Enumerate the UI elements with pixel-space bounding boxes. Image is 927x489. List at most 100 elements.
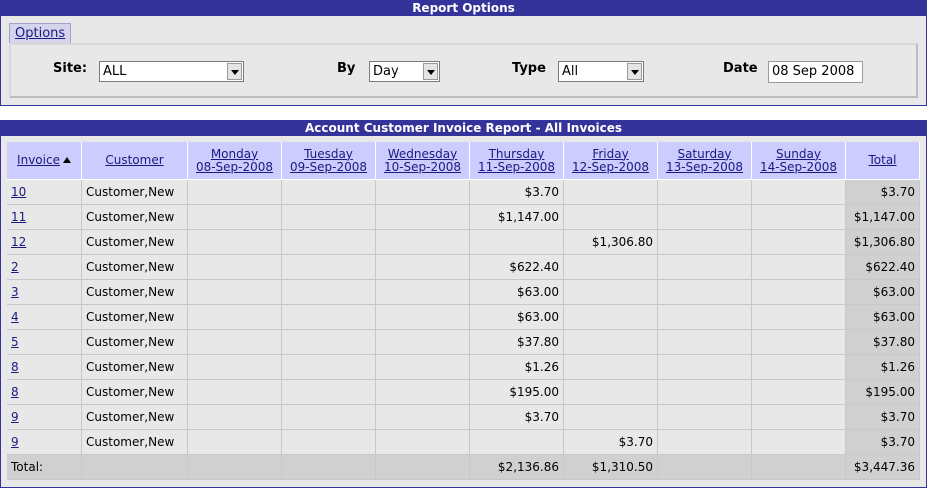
row-total-cell: $63.00 xyxy=(846,305,920,330)
day-total-cell-tuesday xyxy=(282,455,376,480)
by-select[interactable]: Day xyxy=(369,61,440,82)
customer-cell: Customer,New xyxy=(82,380,188,405)
amount-cell-tuesday xyxy=(282,280,376,305)
column-header-customer-label: Customer xyxy=(105,153,164,167)
amount-cell-thursday: $37.80 xyxy=(470,330,564,355)
row-total-cell: $1,147.00 xyxy=(846,205,920,230)
row-total-cell: $195.00 xyxy=(846,380,920,405)
row-total-cell: $622.40 xyxy=(846,255,920,280)
amount-cell-tuesday xyxy=(282,355,376,380)
invoice-link[interactable]: 9 xyxy=(11,435,19,449)
type-select[interactable]: All xyxy=(558,61,644,82)
column-header-wednesday[interactable]: Wednesday 10-Sep-2008 xyxy=(376,142,470,180)
invoice-link[interactable]: 12 xyxy=(11,235,26,249)
totals-customer-cell xyxy=(82,455,188,480)
options-tab[interactable]: Options xyxy=(9,23,72,43)
invoice-report-table: Invoice Customer Monday 08-Sep-2008 Tuesd… xyxy=(7,142,920,480)
amount-cell-thursday: $3.70 xyxy=(470,405,564,430)
column-header-total[interactable]: Total xyxy=(846,142,920,180)
amount-cell-wednesday xyxy=(376,305,470,330)
chevron-down-icon[interactable] xyxy=(423,63,438,80)
column-header-tuesday[interactable]: Tuesday 09-Sep-2008 xyxy=(282,142,376,180)
table-row: 3 Customer,New $63.00 $63.00 xyxy=(7,280,920,305)
column-header-day: Friday xyxy=(592,146,629,161)
column-header-date: 08-Sep-2008 xyxy=(195,159,274,174)
amount-cell-thursday: $3.70 xyxy=(470,180,564,205)
chevron-down-icon[interactable] xyxy=(627,63,642,80)
invoice-link[interactable]: 10 xyxy=(11,185,26,199)
invoice-link[interactable]: 5 xyxy=(11,335,19,349)
invoice-link[interactable]: 2 xyxy=(11,260,19,274)
invoice-link[interactable]: 9 xyxy=(11,410,19,424)
column-header-monday[interactable]: Monday 08-Sep-2008 xyxy=(188,142,282,180)
day-total-cell-sunday xyxy=(752,455,846,480)
amount-cell-monday xyxy=(188,380,282,405)
table-row: 5 Customer,New $37.80 $37.80 xyxy=(7,330,920,355)
type-select-value: All xyxy=(562,64,579,79)
amount-cell-sunday xyxy=(752,330,846,355)
day-total-cell-monday xyxy=(188,455,282,480)
amount-cell-tuesday xyxy=(282,255,376,280)
amount-cell-wednesday xyxy=(376,205,470,230)
amount-cell-sunday xyxy=(752,180,846,205)
day-total-cell-saturday xyxy=(658,455,752,480)
invoice-link[interactable]: 3 xyxy=(11,285,19,299)
table-row: 11 Customer,New $1,147.00 $1,147.00 xyxy=(7,205,920,230)
column-header-sunday[interactable]: Sunday 14-Sep-2008 xyxy=(752,142,846,180)
amount-cell-wednesday xyxy=(376,330,470,355)
row-total-cell: $3.70 xyxy=(846,405,920,430)
table-row: 8 Customer,New $195.00 $195.00 xyxy=(7,380,920,405)
amount-cell-saturday xyxy=(658,305,752,330)
amount-cell-saturday xyxy=(658,380,752,405)
column-header-thursday[interactable]: Thursday 11-Sep-2008 xyxy=(470,142,564,180)
amount-cell-wednesday xyxy=(376,380,470,405)
day-total-cell-friday: $1,310.50 xyxy=(564,455,658,480)
row-total-cell: $37.80 xyxy=(846,330,920,355)
amount-cell-friday xyxy=(564,255,658,280)
amount-cell-saturday xyxy=(658,330,752,355)
amount-cell-sunday xyxy=(752,405,846,430)
amount-cell-friday xyxy=(564,205,658,230)
amount-cell-thursday: $63.00 xyxy=(470,305,564,330)
by-select-value: Day xyxy=(373,64,399,79)
amount-cell-sunday xyxy=(752,255,846,280)
by-label: By xyxy=(337,61,356,76)
day-total-cell-wednesday xyxy=(376,455,470,480)
customer-cell: Customer,New xyxy=(82,180,188,205)
amount-cell-friday xyxy=(564,355,658,380)
invoice-cell: 10 xyxy=(7,180,82,205)
amount-cell-wednesday xyxy=(376,230,470,255)
amount-cell-saturday xyxy=(658,405,752,430)
invoice-link[interactable]: 8 xyxy=(11,385,19,399)
column-header-invoice[interactable]: Invoice xyxy=(7,142,82,180)
table-header-row: Invoice Customer Monday 08-Sep-2008 Tuesd… xyxy=(7,142,920,180)
date-field[interactable]: 08 Sep 2008 xyxy=(768,61,863,83)
amount-cell-saturday xyxy=(658,230,752,255)
invoice-link[interactable]: 11 xyxy=(11,210,26,224)
site-select[interactable]: ALL xyxy=(99,61,244,82)
invoice-link[interactable]: 4 xyxy=(11,310,19,324)
amount-cell-saturday xyxy=(658,180,752,205)
site-select-value: ALL xyxy=(103,64,127,79)
column-header-day: Monday xyxy=(210,146,259,161)
amount-cell-monday xyxy=(188,430,282,455)
invoice-cell: 3 xyxy=(7,280,82,305)
amount-cell-friday xyxy=(564,380,658,405)
invoice-link[interactable]: 8 xyxy=(11,360,19,374)
amount-cell-monday xyxy=(188,305,282,330)
table-row: 12 Customer,New $1,306.80 $1,306.80 xyxy=(7,230,920,255)
column-header-friday[interactable]: Friday 12-Sep-2008 xyxy=(564,142,658,180)
column-header-customer[interactable]: Customer xyxy=(82,142,188,180)
column-header-date: 14-Sep-2008 xyxy=(759,159,838,174)
amount-cell-thursday: $622.40 xyxy=(470,255,564,280)
invoice-cell: 8 xyxy=(7,355,82,380)
column-header-saturday[interactable]: Saturday 13-Sep-2008 xyxy=(658,142,752,180)
amount-cell-friday xyxy=(564,180,658,205)
chevron-down-icon[interactable] xyxy=(227,63,242,80)
amount-cell-friday xyxy=(564,405,658,430)
date-label: Date xyxy=(723,61,758,76)
row-total-cell: $63.00 xyxy=(846,280,920,305)
amount-cell-saturday xyxy=(658,430,752,455)
column-header-day: Tuesday xyxy=(304,146,353,161)
type-label: Type xyxy=(512,61,546,76)
